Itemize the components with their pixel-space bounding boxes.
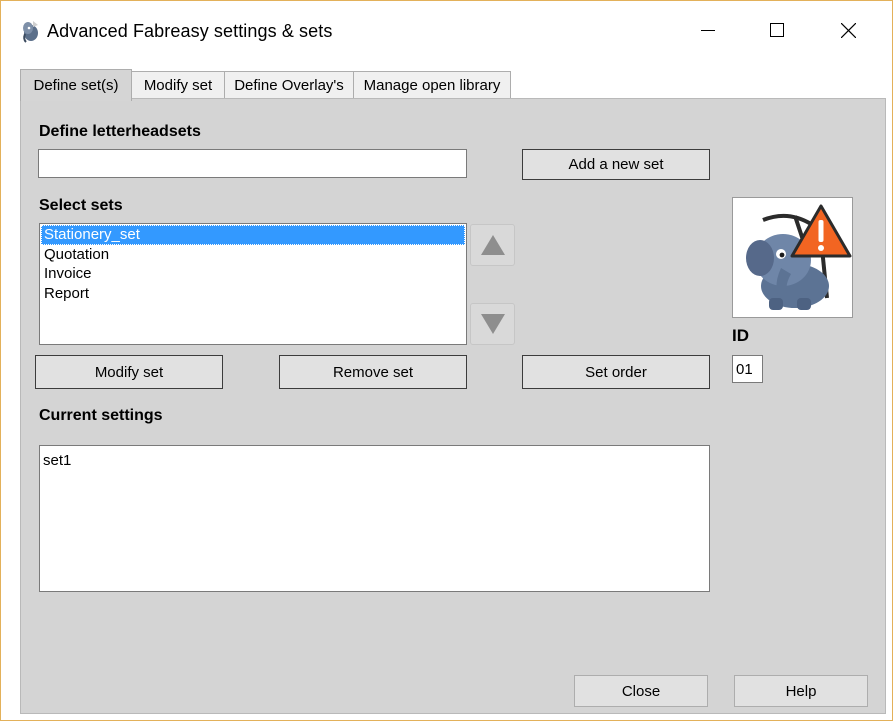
tab-label: Define set(s)	[33, 77, 119, 94]
tab-page-define-sets: Define letterheadsets Add a new set Sele…	[20, 98, 886, 714]
move-up-button[interactable]	[470, 224, 515, 266]
window-title: Advanced Fabreasy settings & sets	[47, 21, 333, 41]
close-button[interactable]: Close	[574, 675, 708, 707]
close-window-button[interactable]	[825, 13, 871, 47]
current-settings-content: set1	[43, 452, 72, 469]
button-label: Add a new set	[568, 156, 664, 173]
current-settings-textarea[interactable]: set1	[39, 445, 710, 592]
app-window: Advanced Fabreasy settings & sets Define…	[0, 0, 893, 721]
tab-modify-set[interactable]: Modify set	[131, 71, 225, 98]
tab-label: Manage open library	[363, 76, 501, 94]
move-down-button[interactable]	[470, 303, 515, 345]
list-item[interactable]: Stationery_set	[41, 225, 465, 245]
button-label: Set order	[585, 363, 647, 381]
id-label: ID	[732, 326, 749, 345]
set-order-button[interactable]: Set order	[522, 355, 710, 389]
select-sets-label: Select sets	[39, 197, 123, 214]
triangle-up-icon	[480, 235, 505, 255]
maximize-button[interactable]	[754, 13, 800, 47]
tab-define-sets[interactable]: Define set(s)	[20, 69, 132, 101]
tab-label: Modify set	[143, 76, 213, 94]
define-letterheadsets-label: Define letterheadsets	[39, 123, 201, 140]
elephant-app-icon	[21, 19, 39, 43]
maximize-icon	[770, 23, 784, 37]
triangle-down-icon	[480, 314, 505, 334]
remove-set-button[interactable]: Remove set	[279, 355, 467, 389]
list-item[interactable]: Quotation	[41, 245, 465, 265]
minimize-icon	[701, 30, 715, 31]
button-label: Modify set	[94, 363, 164, 381]
id-input[interactable]	[732, 355, 763, 383]
button-label: Help	[785, 682, 817, 700]
title-bar[interactable]: Advanced Fabreasy settings & sets	[1, 1, 892, 61]
help-button[interactable]: Help	[734, 675, 868, 707]
add-new-set-button[interactable]: Add a new set	[522, 149, 710, 180]
elephant-warning-sign-icon	[733, 198, 852, 317]
modify-set-button[interactable]: Modify set	[35, 355, 223, 389]
button-label: Close	[621, 682, 661, 700]
tab-manage-open-library[interactable]: Manage open library	[353, 71, 511, 98]
client-area: Define set(s) Modify set Define Overlay'…	[7, 61, 886, 714]
elephant-warning-picture	[732, 197, 853, 318]
tab-label: Define Overlay's	[234, 76, 344, 94]
current-settings-label: Current settings	[39, 407, 163, 424]
list-item[interactable]: Invoice	[41, 264, 465, 284]
tab-define-overlays[interactable]: Define Overlay's	[224, 71, 354, 98]
close-icon	[840, 22, 856, 38]
sets-listbox[interactable]: Stationery_set Quotation Invoice Report	[39, 223, 467, 345]
list-item[interactable]: Report	[41, 284, 465, 304]
minimize-button[interactable]	[685, 13, 731, 47]
button-label: Remove set	[332, 363, 414, 381]
letterheadset-name-input[interactable]	[38, 149, 467, 178]
